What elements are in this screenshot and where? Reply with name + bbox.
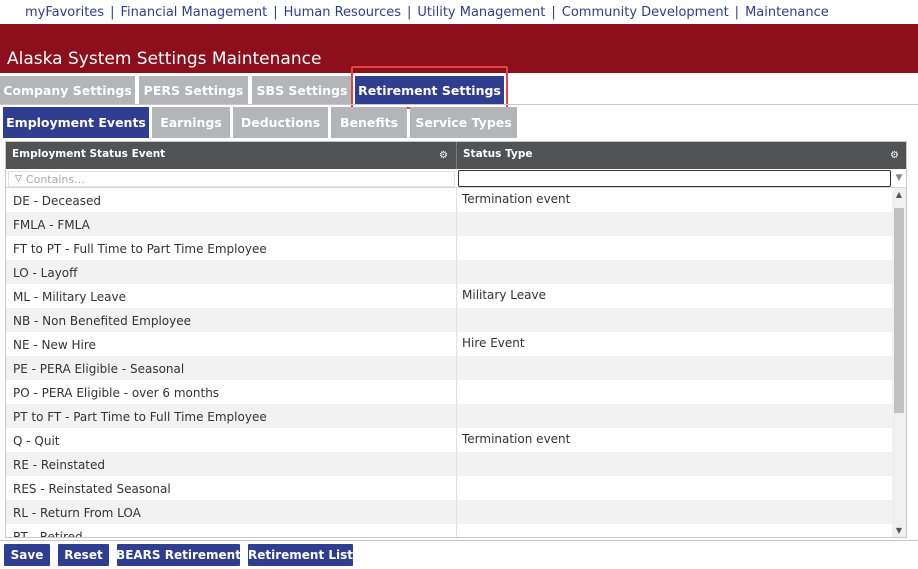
table-row[interactable]: NB - Non Benefited Employee xyxy=(6,308,892,332)
status-type-filter-select[interactable] xyxy=(458,170,891,187)
table-row[interactable]: ML - Military Leave Military Leave xyxy=(6,284,892,308)
tab-pers-settings[interactable]: PERS Settings xyxy=(139,76,248,104)
cell-employment-status-event: RE - Reinstated xyxy=(6,452,457,476)
scroll-down-icon[interactable]: ▼ xyxy=(892,526,906,536)
cell-employment-status-event: RL - Return From LOA xyxy=(6,500,457,524)
tab-deductions[interactable]: Deductions xyxy=(233,107,328,138)
cell-status-type xyxy=(457,500,892,524)
cell-status-type: Military Leave xyxy=(462,288,546,302)
employment-status-filter-input[interactable]: ▽ Contains... xyxy=(8,171,455,187)
bears-retirement-button[interactable]: BEARS Retirement xyxy=(116,544,241,566)
gear-icon[interactable]: ⚙ xyxy=(439,151,449,161)
chevron-down-icon[interactable]: ▼ xyxy=(893,171,905,186)
column-header-employment-status-event[interactable]: Employment Status Event ⚙ xyxy=(6,142,457,169)
grid-body: DE - Deceased Termination event FMLA - FML… xyxy=(6,188,892,537)
tab-service-types[interactable]: Service Types xyxy=(410,107,517,138)
employment-events-grid: Employment Status Event ⚙ Status Type ⚙ … xyxy=(5,141,907,538)
reset-button[interactable]: Reset xyxy=(58,544,109,566)
retirement-list-button[interactable]: Retirement List xyxy=(248,544,353,566)
cell-employment-status-event: PE - PERA Eligible - Seasonal xyxy=(6,356,457,380)
table-row[interactable]: FT to PT - Full Time to Part Time Employ… xyxy=(6,236,892,260)
cell-employment-status-event: NE - New Hire xyxy=(6,332,457,356)
footer-divider xyxy=(0,540,918,541)
nav-separator: | xyxy=(734,4,740,20)
cell-employment-status-event: RT - Retired xyxy=(6,524,457,537)
cell-status-type xyxy=(457,404,892,428)
tab-benefits[interactable]: Benefits xyxy=(331,107,407,138)
cell-employment-status-event: Q - Quit xyxy=(6,428,457,452)
nav-link-human-resources[interactable]: Human Resources xyxy=(284,5,401,20)
nav-separator: | xyxy=(406,4,412,20)
table-row[interactable]: DE - Deceased Termination event xyxy=(6,188,892,212)
tab-sbs-settings[interactable]: SBS Settings xyxy=(252,76,352,104)
nav-separator: | xyxy=(551,4,556,20)
table-row[interactable]: FMLA - FMLA xyxy=(6,212,892,236)
nav-separator: | xyxy=(273,4,278,20)
cell-status-type xyxy=(457,356,892,380)
tab-employment-events[interactable]: Employment Events xyxy=(3,107,149,138)
table-row[interactable]: PE - PERA Eligible - Seasonal xyxy=(6,356,892,380)
table-row[interactable]: RES - Reinstated Seasonal xyxy=(6,476,892,500)
nav-link-maintenance[interactable]: Maintenance xyxy=(745,5,829,20)
filter-placeholder: Contains... xyxy=(25,172,85,186)
cell-employment-status-event: RES - Reinstated Seasonal xyxy=(6,476,457,500)
cell-status-type xyxy=(457,380,892,404)
cell-status-type: Termination event xyxy=(462,192,571,206)
cell-employment-status-event: NB - Non Benefited Employee xyxy=(6,308,457,332)
table-row[interactable]: PT to FT - Part Time to Full Time Employ… xyxy=(6,404,892,428)
nav-link-myfavorites[interactable]: myFavorites xyxy=(25,5,104,20)
cell-status-type: Termination event xyxy=(462,432,571,446)
column-header-label: Status Type xyxy=(463,148,533,160)
nav-link-utility-management[interactable]: Utility Management xyxy=(417,5,545,20)
vertical-scrollbar[interactable]: ▲ ▼ xyxy=(892,188,906,537)
cell-status-type xyxy=(457,212,892,236)
cell-status-type: Hire Event xyxy=(462,336,525,350)
cell-status-type xyxy=(457,236,892,260)
table-row[interactable]: PO - PERA Eligible - over 6 months xyxy=(6,380,892,404)
tab-earnings[interactable]: Earnings xyxy=(152,107,230,138)
cell-employment-status-event: DE - Deceased xyxy=(6,188,457,212)
scroll-up-icon[interactable]: ▲ xyxy=(892,190,906,200)
cell-employment-status-event: ML - Military Leave xyxy=(6,284,457,308)
cell-employment-status-event: LO - Layoff xyxy=(6,260,457,284)
cell-employment-status-event: PO - PERA Eligible - over 6 months xyxy=(6,380,457,404)
cell-employment-status-event: FMLA - FMLA xyxy=(6,212,457,236)
table-row[interactable]: LO - Layoff xyxy=(6,260,892,284)
tab-company-settings[interactable]: Company Settings xyxy=(0,76,135,104)
column-header-status-type[interactable]: Status Type ⚙ xyxy=(457,142,906,169)
cell-employment-status-event: FT to PT - Full Time to Part Time Employ… xyxy=(6,236,457,260)
nav-link-financial-management[interactable]: Financial Management xyxy=(120,5,267,20)
table-row[interactable]: Q - Quit Termination event xyxy=(6,428,892,452)
grid-header: Employment Status Event ⚙ Status Type ⚙ xyxy=(6,142,906,169)
table-row[interactable]: RE - Reinstated xyxy=(6,452,892,476)
table-row[interactable]: RL - Return From LOA xyxy=(6,500,892,524)
page-title: Alaska System Settings Maintenance xyxy=(7,49,322,69)
column-header-label: Employment Status Event xyxy=(12,148,166,160)
nav-link-community-development[interactable]: Community Development xyxy=(562,5,729,20)
scrollbar-thumb[interactable] xyxy=(894,208,904,413)
cell-status-type xyxy=(457,308,892,332)
top-navigation: myFavorites | Financial Management | Hum… xyxy=(0,0,918,24)
cell-status-type xyxy=(457,476,892,500)
table-row[interactable]: RT - Retired xyxy=(6,524,892,537)
tab-highlight-box xyxy=(351,66,508,109)
save-button[interactable]: Save xyxy=(4,544,50,566)
cell-status-type xyxy=(457,524,892,537)
cell-employment-status-event: PT to FT - Part Time to Full Time Employ… xyxy=(6,404,457,428)
cell-status-type xyxy=(457,260,892,284)
grid-filter-row: ▽ Contains... ▼ xyxy=(6,169,906,188)
tab-divider xyxy=(0,104,918,105)
table-row[interactable]: NE - New Hire Hire Event xyxy=(6,332,892,356)
cell-status-type xyxy=(457,452,892,476)
funnel-icon[interactable]: ▽ xyxy=(15,174,22,184)
gear-icon[interactable]: ⚙ xyxy=(890,151,900,161)
nav-separator: | xyxy=(110,4,115,20)
